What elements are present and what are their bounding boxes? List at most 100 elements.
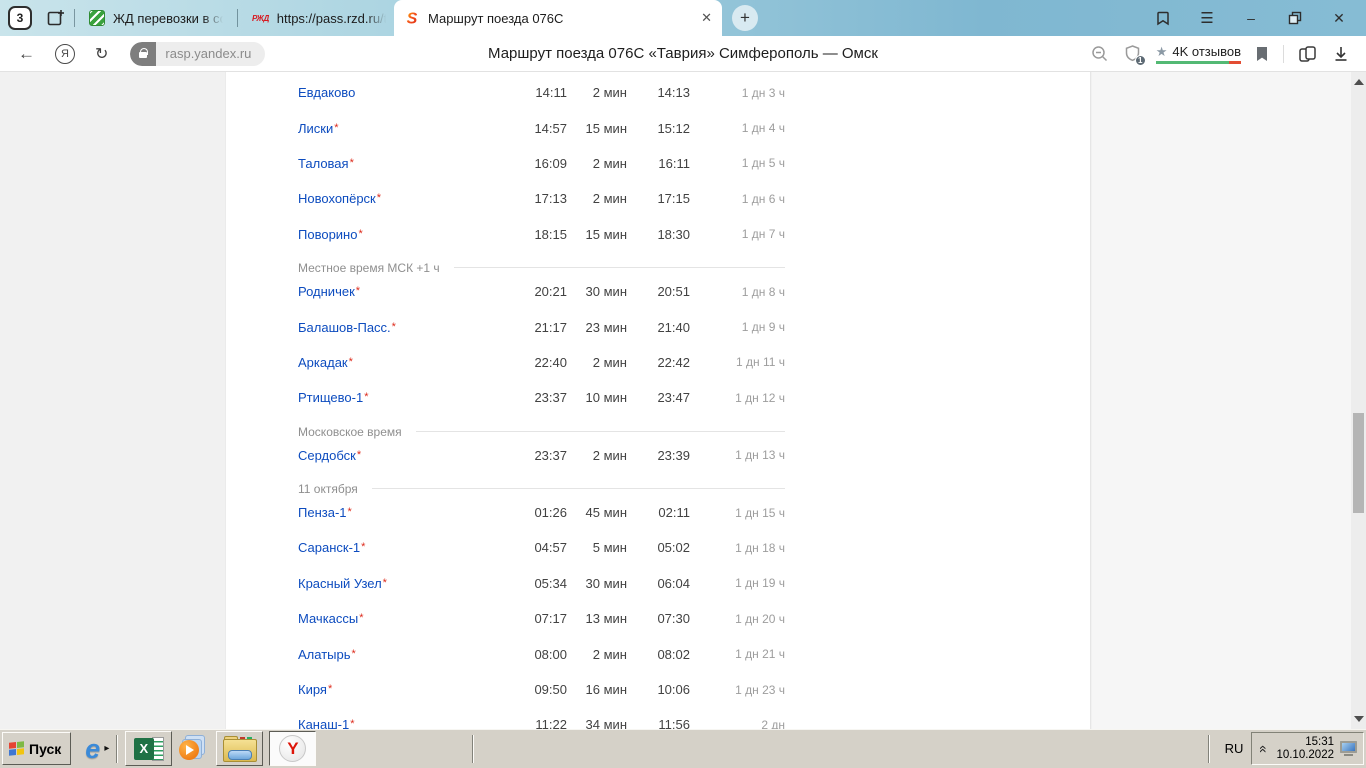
zoom-out-icon[interactable] [1091,45,1109,63]
stop-duration: 15 мин [567,227,627,242]
window-controls: ☰ – ✕ [1154,9,1366,27]
menu-icon[interactable]: ☰ [1198,9,1216,27]
stop-duration: 5 мин [567,540,627,555]
toolbar-separator [1283,45,1284,63]
station-link[interactable]: Таловая* [298,156,507,171]
collections-icon[interactable] [1298,45,1318,63]
side-panel-icon[interactable] [1154,9,1172,27]
total-travel-time: 1 дн 18 ч [690,541,785,555]
section-header: Местное время МСК +1 ч [298,262,785,274]
taskbar-separator [116,735,118,763]
yandex-rasp-favicon: S [404,10,420,26]
desktop-screen: 3 ЖД перевозки в сообщен РЖД https://pas… [0,0,1366,768]
station-link[interactable]: Алатырь* [298,647,507,662]
taskbar-button-explorer[interactable] [216,731,263,766]
scrollbar-thumb[interactable] [1353,413,1364,513]
station-row: Сердобск*23:372 мин23:391 дн 13 ч [298,438,785,473]
station-link[interactable]: Евдаково [298,85,507,100]
right-empty-pane [1092,72,1351,729]
address-bar: ← Я ↻ rasp.yandex.ru Маршрут поезда 076С… [0,36,1366,72]
station-link[interactable]: Красный Узел* [298,576,507,591]
station-link[interactable]: Киря* [298,682,507,697]
tab-rzd[interactable]: РЖД https://pass.rzd.ru/tablo/p [244,0,394,36]
tab-route-active[interactable]: S Маршрут поезда 076С ✕ [394,0,722,36]
site-reviews-button[interactable]: ★ 4K отзывов [1156,44,1241,64]
station-row: Саранск-1*04:575 мин05:021 дн 18 ч [298,530,785,565]
total-travel-time: 1 дн 13 ч [690,448,785,462]
url-field[interactable]: rasp.yandex.ru [130,42,265,66]
stop-duration: 16 мин [567,682,627,697]
taskbar-button-media-player[interactable] [178,735,208,763]
tab-zhd-perevozki[interactable]: ЖД перевозки в сообщен [81,0,231,36]
minimize-icon[interactable]: – [1242,9,1260,27]
departure-time: 02:11 [627,505,690,520]
station-row: Ртищево-1*23:3710 мин23:471 дн 12 ч [298,380,785,415]
protect-icon[interactable]: 1 [1123,44,1142,63]
taskbar-button-yandex-browser[interactable]: Y [269,731,316,766]
station-row: Лиски*14:5715 мин15:121 дн 4 ч [298,110,785,145]
station-link[interactable]: Ртищево-1* [298,390,507,405]
total-travel-time: 1 дн 4 ч [690,121,785,135]
scroll-up-icon[interactable] [1354,79,1364,85]
station-link[interactable]: Аркадак* [298,355,507,370]
station-link[interactable]: Канаш-1* [298,717,507,729]
station-row: Евдаково14:112 мин14:131 дн 3 ч [298,75,785,110]
arrival-time: 16:09 [507,156,567,171]
station-row: Балашов-Пасс.*21:1723 мин21:401 дн 9 ч [298,309,785,344]
station-link[interactable]: Поворино* [298,227,507,242]
stop-duration: 23 мин [567,320,627,335]
station-note-asterisk: * [359,612,363,624]
station-link[interactable]: Саранск-1* [298,540,507,555]
departure-time: 23:39 [627,448,690,463]
departure-time: 15:12 [627,121,690,136]
station-link[interactable]: Балашов-Пасс.* [298,320,507,335]
star-icon: ★ [1156,44,1168,60]
reviews-count: 4K отзывов [1172,44,1241,59]
total-travel-time: 1 дн 9 ч [690,320,785,334]
protect-badge: 1 [1135,55,1146,66]
arrival-time: 23:37 [507,448,567,463]
station-row: Красный Узел*05:3430 мин06:041 дн 19 ч [298,566,785,601]
new-window-icon[interactable] [44,6,68,30]
stop-duration: 30 мин [567,576,627,591]
tray-collapse-icon[interactable]: « [1256,743,1272,755]
download-icon[interactable] [1332,45,1350,63]
start-button[interactable]: Пуск [2,732,71,765]
total-travel-time: 1 дн 15 ч [690,506,785,520]
close-icon[interactable]: ✕ [1330,9,1348,27]
taskbar-button-excel[interactable]: X [125,731,172,766]
lock-icon [139,52,147,58]
station-link[interactable]: Сердобск* [298,448,507,463]
tab-close-icon[interactable]: ✕ [701,10,712,26]
departure-time: 10:06 [627,682,690,697]
clock[interactable]: 15:31 10.10.2022 [1276,736,1334,762]
back-icon[interactable]: ← [18,44,35,64]
new-tab-button[interactable]: + [732,5,758,31]
display-tray-icon[interactable] [1340,741,1357,756]
language-indicator[interactable]: RU [1225,741,1244,756]
address-bar-actions: 1 ★ 4K отзывов [1091,44,1366,64]
station-link[interactable]: Мачкассы* [298,611,507,626]
secure-lock-badge[interactable] [130,42,156,66]
departure-time: 14:13 [627,85,690,100]
station-row: Родничек*20:2130 мин20:511 дн 8 ч [298,274,785,309]
total-travel-time: 1 дн 5 ч [690,156,785,170]
departure-time: 07:30 [627,611,690,626]
internet-explorer-icon[interactable]: e [85,734,100,764]
station-link[interactable]: Пенза-1* [298,505,507,520]
yandex-home-button[interactable]: Я [55,44,75,64]
quicklaunch-overflow-icon[interactable]: ▸ [104,743,109,754]
bookmark-icon[interactable] [1255,46,1269,62]
station-link[interactable]: Лиски* [298,121,507,136]
reload-icon[interactable]: ↻ [95,44,108,64]
station-row: Новохопёрск*17:132 мин17:151 дн 6 ч [298,181,785,216]
scroll-down-icon[interactable] [1354,716,1364,722]
station-link[interactable]: Новохопёрск* [298,191,507,206]
url-text: rasp.yandex.ru [156,46,265,61]
tab-overview-button[interactable]: 3 [8,6,32,30]
departure-time: 23:47 [627,390,690,405]
restore-icon[interactable] [1286,9,1304,27]
page-scrollbar[interactable] [1351,72,1366,729]
total-travel-time: 1 дн 6 ч [690,192,785,206]
station-link[interactable]: Родничек* [298,284,507,299]
